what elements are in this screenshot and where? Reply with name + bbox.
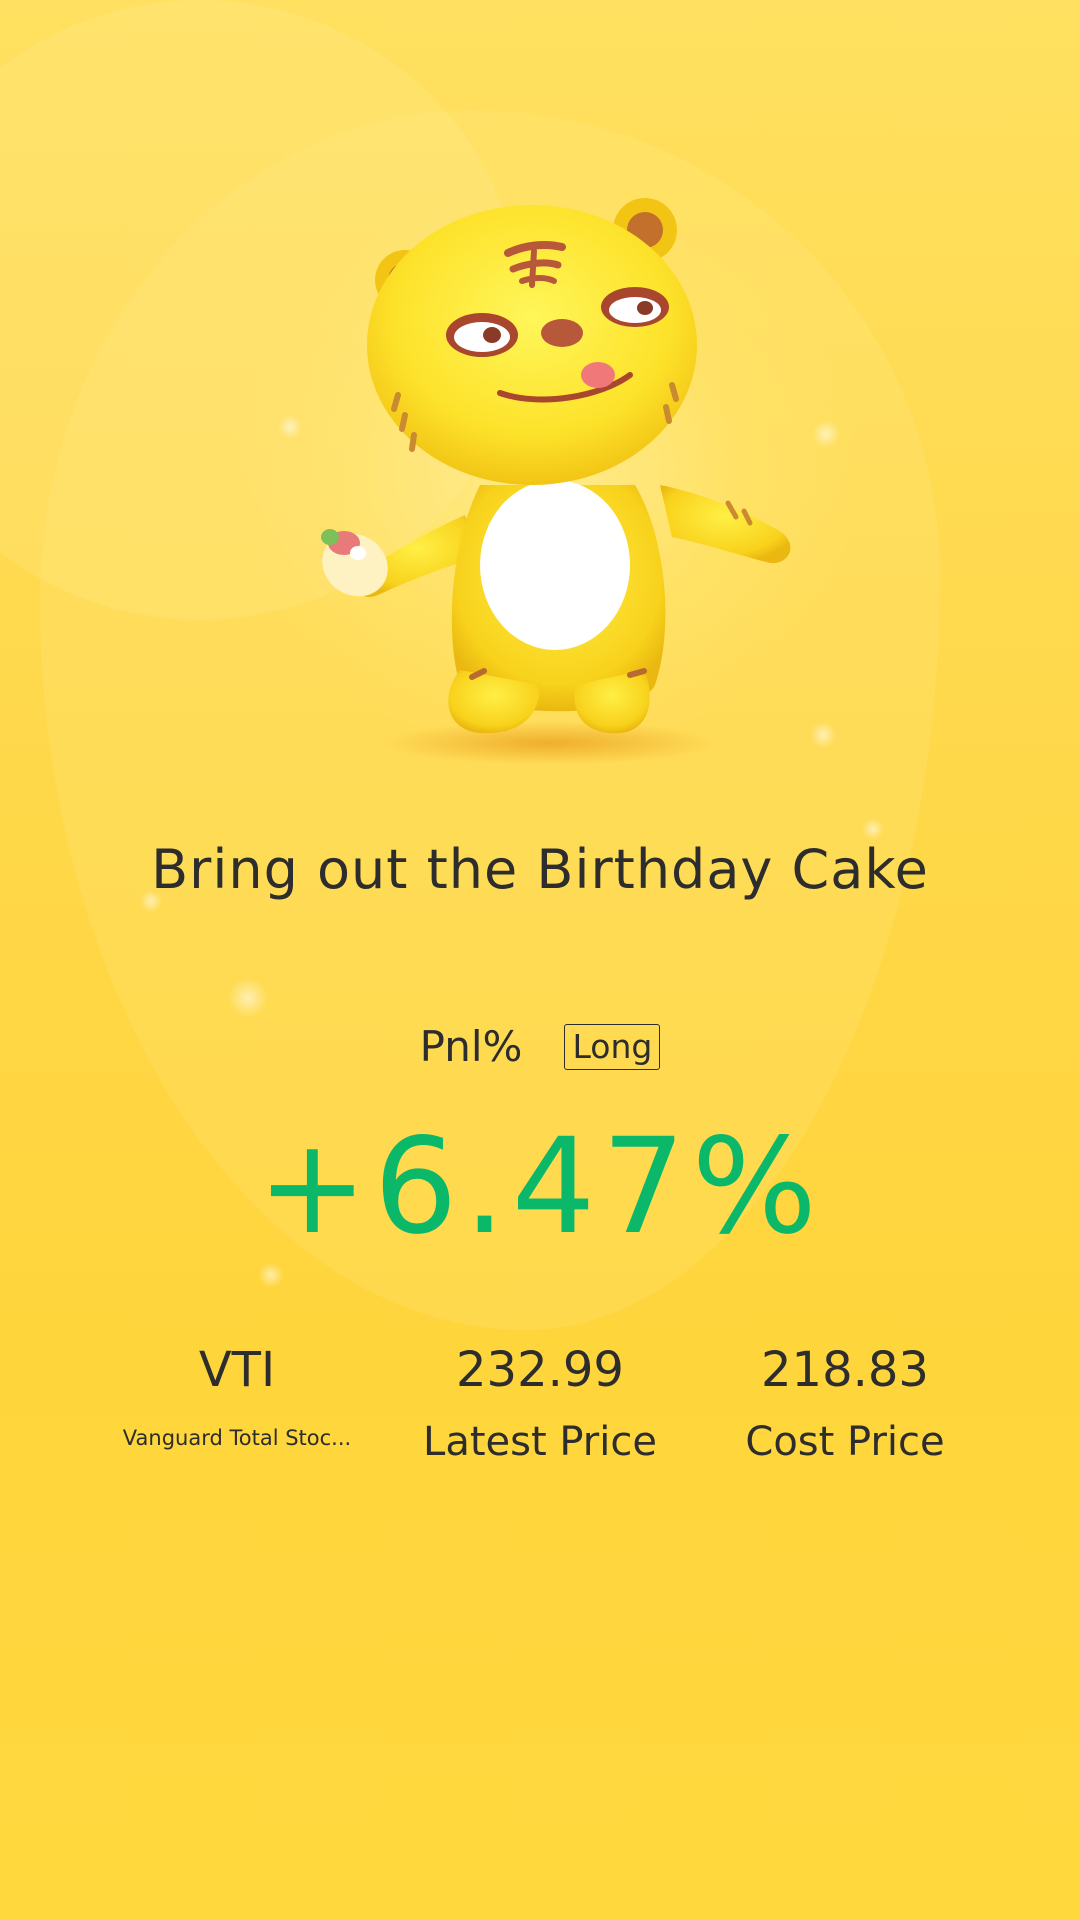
- position-badge: Long: [564, 1023, 661, 1070]
- sparkle-dot: [278, 415, 302, 439]
- headline: Bring out the Birthday Cake: [151, 838, 929, 901]
- cost-price-stat: 218.83 Cost Price: [695, 1338, 995, 1470]
- share-card-screen: Bring out the Birthday Cake Pnl% Long +6…: [0, 0, 1080, 1920]
- latest-price-stat: 232.99 Latest Price: [390, 1338, 690, 1470]
- cost-price-label: Cost Price: [745, 1419, 945, 1465]
- sparkle-dot: [812, 420, 840, 448]
- stock-stat: VTI Vanguard Total Stoc...: [87, 1338, 387, 1454]
- cost-price-value: 218.83: [761, 1342, 929, 1398]
- sparkle-dot: [228, 978, 268, 1018]
- latest-price-value: 232.99: [456, 1342, 624, 1398]
- pnl-header: Pnl% Long: [0, 1022, 1080, 1071]
- sparkle-dot: [258, 1262, 284, 1288]
- latest-price-label: Latest Price: [423, 1419, 657, 1465]
- stats-row: VTI Vanguard Total Stoc... 232.99 Latest…: [0, 1338, 1080, 1478]
- pnl-label: Pnl%: [419, 1022, 523, 1071]
- stock-name: Vanguard Total Stoc...: [122, 1426, 352, 1450]
- pnl-value: +6.47%: [257, 1110, 823, 1264]
- tiger-mascot-icon: [321, 198, 791, 765]
- sparkle-dot: [862, 818, 884, 840]
- stock-ticker: VTI: [198, 1342, 276, 1398]
- sparkle-dot: [810, 722, 836, 748]
